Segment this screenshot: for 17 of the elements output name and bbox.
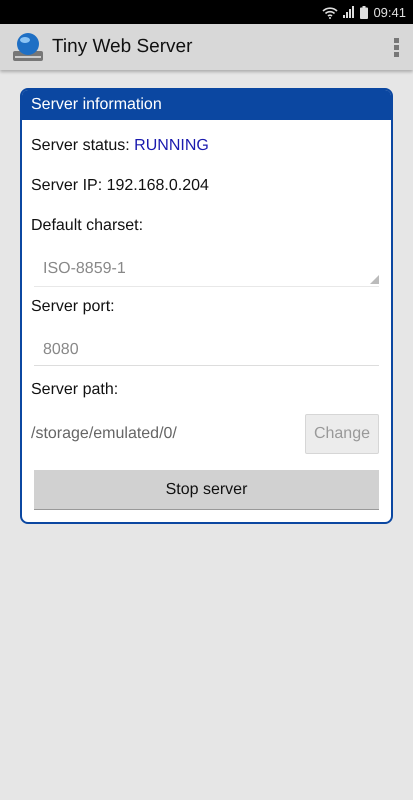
dropdown-corner-icon — [370, 275, 379, 284]
app-title: Tiny Web Server — [52, 36, 194, 58]
battery-icon — [360, 6, 368, 18]
ip-value: 192.168.0.204 — [106, 177, 209, 194]
signal-icon — [343, 6, 356, 18]
globe-drive-icon — [12, 32, 44, 62]
card-title: Server information — [31, 96, 162, 113]
path-value: /storage/emulated/0/ — [31, 425, 177, 443]
stop-server-button[interactable]: Stop server — [34, 470, 379, 510]
port-label: Server port: — [31, 297, 116, 317]
status-value: RUNNING — [134, 137, 209, 154]
ip-label: Server IP: — [31, 177, 102, 194]
status-label: Server status: — [31, 137, 130, 154]
path-label: Server path: — [31, 380, 120, 400]
clock: 09:41 — [373, 4, 406, 20]
wifi-icon — [322, 6, 338, 18]
charset-label: Default charset: — [31, 216, 144, 236]
